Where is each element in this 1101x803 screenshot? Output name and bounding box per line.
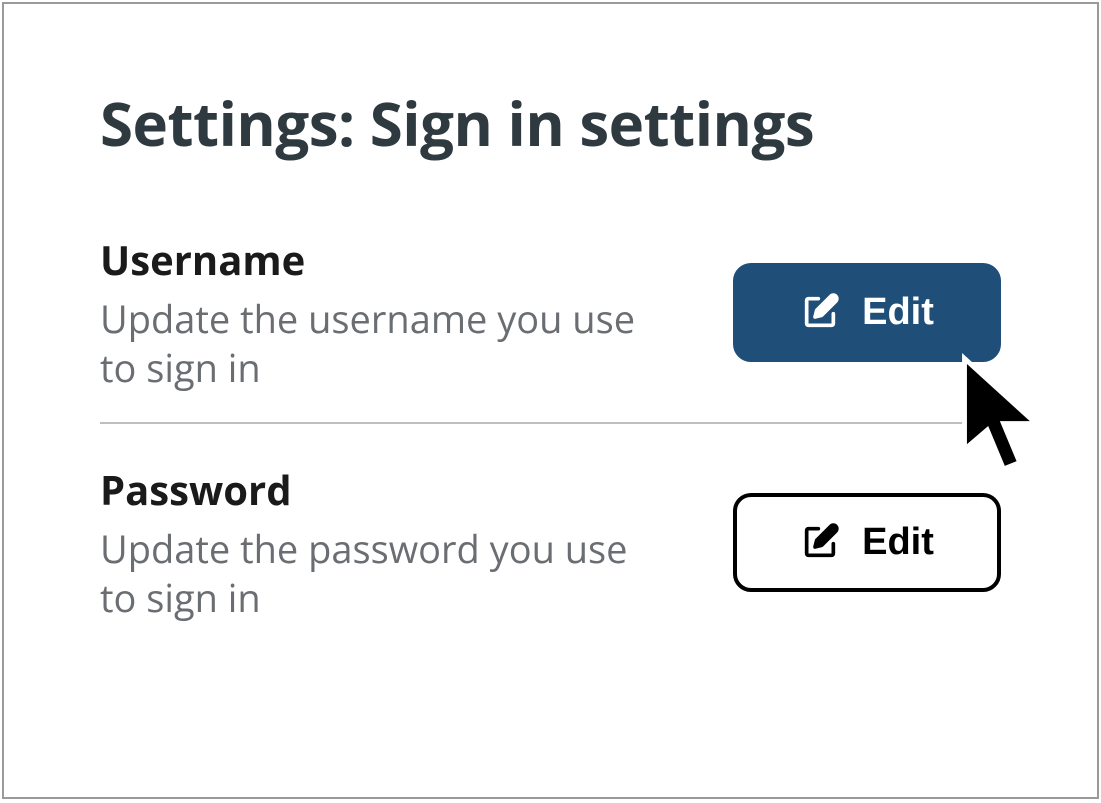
edit-password-button[interactable]: Edit (733, 493, 1001, 592)
setting-row-password: Password Update the password you use to … (100, 454, 1001, 650)
password-description: Update the password you use to sign in (100, 525, 660, 622)
username-label: Username (100, 232, 713, 287)
setting-text-username: Username Update the username you use to … (100, 232, 733, 392)
divider (100, 422, 1001, 424)
settings-panel: Settings: Sign in settings Username Upda… (2, 2, 1099, 799)
setting-text-password: Password Update the password you use to … (100, 462, 733, 622)
edit-icon (800, 292, 840, 332)
page-title: Settings: Sign in settings (100, 82, 1001, 164)
edit-username-button[interactable]: Edit (733, 263, 1001, 362)
setting-row-username: Username Update the username you use to … (100, 224, 1001, 420)
password-label: Password (100, 462, 713, 517)
edit-icon (800, 522, 840, 562)
edit-password-button-label: Edit (862, 521, 934, 564)
edit-username-button-label: Edit (862, 291, 934, 334)
username-description: Update the username you use to sign in (100, 295, 660, 392)
